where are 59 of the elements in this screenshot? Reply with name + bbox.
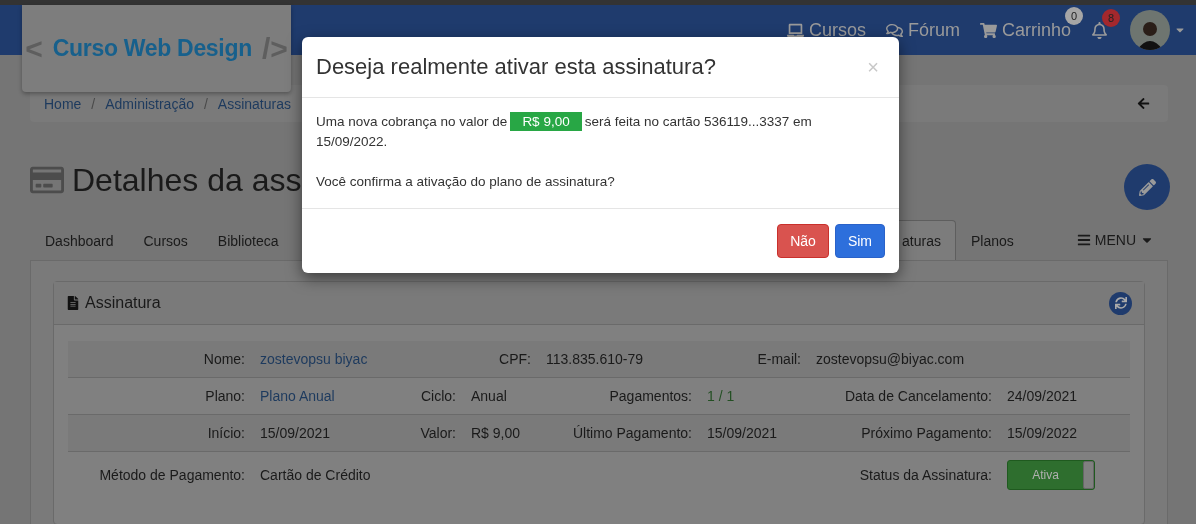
tab[interactable]: Dashboard xyxy=(30,220,129,260)
field-label: Status da Assinatura: xyxy=(859,467,993,483)
field-label: Nome: xyxy=(203,351,246,367)
message-text: Uma nova cobrança no valor de R$ 9,00 será feita no cartão 536119...3337 em 15/09/2022. xyxy=(316,112,813,151)
field-value: 1 / 1 xyxy=(707,388,735,404)
separator: / xyxy=(91,95,96,112)
field-value: 15/09/2022 xyxy=(1007,425,1078,441)
no-button[interactable]: Não xyxy=(777,224,829,258)
field-label: Data de Cancelamento: xyxy=(844,388,993,404)
breadcrumb-link[interactable]: Administração xyxy=(105,95,194,112)
tab[interactable]: Planos xyxy=(955,220,1029,260)
avatar[interactable] xyxy=(1130,10,1170,50)
field-label: Método de Pagamento: xyxy=(99,467,246,483)
cart-icon xyxy=(979,21,997,39)
field-value: 113.835.610-79 xyxy=(546,351,644,367)
status-toggle[interactable]: Ativa xyxy=(1007,460,1095,490)
nav-link[interactable]: Cursos xyxy=(786,19,866,41)
field-label: Pagamentos: xyxy=(609,388,693,404)
tab[interactable]: Biblioteca xyxy=(202,220,294,260)
field-link[interactable]: Plano Anual xyxy=(260,388,335,404)
field-label: Próximo Pagamento: xyxy=(861,425,993,441)
refresh-icon xyxy=(1114,297,1127,309)
chat-icon xyxy=(885,21,903,39)
count-badge: 0 xyxy=(1065,6,1083,25)
field-label: Plano: xyxy=(205,388,246,404)
edit-button[interactable] xyxy=(1124,164,1170,210)
nav-link[interactable] xyxy=(1091,21,1108,39)
dialog-title: Deseja realmente ativar esta assinatura? xyxy=(316,54,716,80)
field-label: Último Pagamento: xyxy=(572,425,693,441)
pencil-icon xyxy=(1138,178,1156,196)
field-label: Início: xyxy=(207,425,246,441)
field-value: R$ 9,00 xyxy=(471,425,521,441)
nav-link[interactable]: Fórum xyxy=(885,19,960,41)
field-value: zostevopsu@biyac.com xyxy=(816,351,965,367)
menu-button[interactable]: MENU xyxy=(1076,220,1154,260)
file-icon xyxy=(66,296,80,310)
yes-button[interactable]: Sim xyxy=(834,224,885,258)
field-value: 15/09/2021 xyxy=(707,425,778,441)
question-text: Você confirma a ativação do plano de assinatura? xyxy=(316,173,616,191)
refresh-button[interactable] xyxy=(1109,291,1132,315)
breadcrumb-link[interactable]: Home xyxy=(44,95,82,112)
field-link[interactable]: zostevopsu biyac xyxy=(260,351,368,367)
field-label: CPF: xyxy=(499,351,532,367)
breadcrumb-link[interactable]: Assinaturas xyxy=(217,95,291,112)
tab[interactable]: Cursos xyxy=(128,220,203,260)
count-badge: 8 xyxy=(1102,8,1120,27)
laptop-icon xyxy=(786,21,804,39)
menu-icon xyxy=(1076,233,1091,247)
field-value: Cartão de Crédito xyxy=(260,467,371,483)
separator: / xyxy=(203,95,208,112)
field-value: 15/09/2021 xyxy=(260,425,331,441)
panel-title: Assinatura xyxy=(85,294,161,312)
field-label: Valor: xyxy=(420,425,457,441)
field-label: Ciclo: xyxy=(421,388,457,404)
back-arrow-icon[interactable] xyxy=(1137,97,1150,110)
bell-icon xyxy=(1091,21,1108,39)
field-value: Anual xyxy=(471,388,507,404)
field-value: 24/09/2021 xyxy=(1007,388,1078,404)
field-label: E-mail: xyxy=(757,351,802,367)
